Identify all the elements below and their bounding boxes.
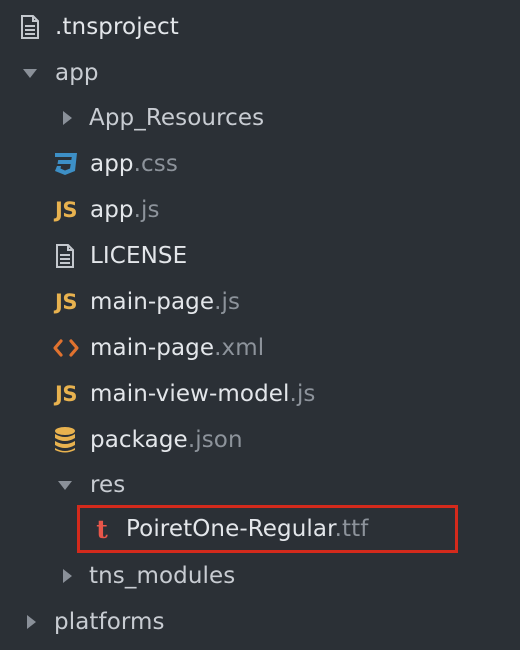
file-extension: .js — [133, 196, 160, 223]
file-basename: PoiretOne-Regular — [126, 515, 335, 542]
css3-icon — [50, 151, 80, 177]
tree-item-label: app.css — [90, 150, 178, 177]
tree-item-license[interactable]: LICENSE — [0, 233, 520, 279]
project-file-tree: .tnsproject app App_Resources app.css JS… — [0, 0, 520, 650]
file-basename: app — [90, 150, 134, 177]
file-text-icon — [53, 244, 77, 268]
file-basename: package — [90, 426, 188, 453]
tree-item-label: main-page.xml — [90, 334, 265, 361]
tree-item-package-json[interactable]: package.json — [0, 417, 520, 463]
tree-item-label: App_Resources — [89, 104, 265, 131]
chevron-down-icon[interactable] — [23, 68, 37, 78]
tree-item-label: res — [90, 471, 126, 498]
tree-item-app-js[interactable]: JS app.js — [0, 187, 520, 233]
chevron-down-icon[interactable] — [58, 480, 72, 490]
js-icon: JS — [55, 198, 77, 222]
tree-item-label: package.json — [90, 426, 243, 453]
tree-item-main-page-xml[interactable]: main-page.xml — [0, 325, 520, 371]
chevron-right-icon[interactable] — [26, 615, 36, 629]
tree-item-label: app.js — [90, 196, 160, 223]
file-basename: app — [90, 196, 134, 223]
tree-item-app-resources-folder[interactable]: App_Resources — [0, 95, 520, 141]
tree-item-label: app — [55, 59, 99, 86]
file-basename: main-page — [90, 288, 215, 315]
tree-item-font-file[interactable]: t PoiretOne-Regular.ttf — [0, 506, 520, 552]
chevron-right-icon[interactable] — [62, 569, 72, 583]
js-icon: JS — [55, 290, 77, 314]
file-text-icon — [18, 15, 42, 39]
tree-item-main-page-js[interactable]: JS main-page.js — [0, 279, 520, 325]
file-basename: main-view-model — [90, 380, 290, 407]
tree-item-tnsproject[interactable]: .tnsproject — [0, 4, 520, 50]
file-extension: .css — [133, 150, 178, 177]
tree-item-app-css[interactable]: app.css — [0, 141, 520, 187]
tree-item-label: main-page.js — [90, 288, 241, 315]
file-extension: .json — [187, 426, 243, 453]
tree-item-platforms-folder[interactable]: platforms — [0, 599, 520, 645]
file-extension: .js — [289, 380, 316, 407]
tree-item-label: .tnsproject — [55, 13, 179, 40]
file-basename: main-page — [90, 334, 215, 361]
tree-item-label: platforms — [54, 608, 165, 635]
file-extension: .xml — [214, 334, 265, 361]
js-icon: JS — [55, 382, 77, 406]
database-icon — [51, 426, 79, 454]
tree-item-tns-modules-folder[interactable]: tns_modules — [0, 553, 520, 599]
tree-item-main-view-model-js[interactable]: JS main-view-model.js — [0, 371, 520, 417]
tree-item-label: LICENSE — [90, 242, 188, 269]
file-extension: .js — [214, 288, 241, 315]
code-icon — [51, 338, 81, 358]
tree-item-res-folder[interactable]: res — [0, 462, 520, 508]
chevron-right-icon[interactable] — [62, 111, 72, 125]
file-extension: .ttf — [334, 515, 369, 542]
font-icon: t — [96, 514, 108, 544]
tree-item-label: PoiretOne-Regular.ttf — [126, 515, 369, 542]
tree-item-label: main-view-model.js — [90, 380, 316, 407]
tree-item-label: tns_modules — [89, 562, 236, 589]
tree-item-app-folder[interactable]: app — [0, 50, 520, 96]
